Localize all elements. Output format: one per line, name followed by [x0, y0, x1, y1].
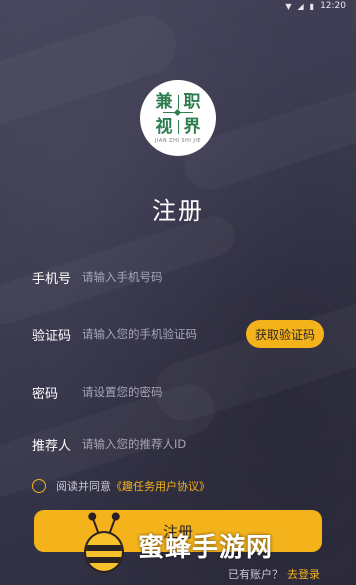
code-label: 验证码 [32, 328, 72, 344]
status-bar: ▼ ◢ ▮ 12:20 [0, 0, 356, 12]
password-label: 密码 [32, 386, 59, 402]
login-link[interactable]: 去登录 [287, 568, 320, 581]
app-logo: 兼 职 视 界 JIAN ZHI SHI JIE [140, 80, 216, 156]
code-input[interactable] [82, 327, 246, 341]
agreement-text: 阅读并同意 [56, 480, 111, 493]
phone-input[interactable] [82, 270, 324, 284]
logo-row-bottom: 视 界 [156, 118, 201, 136]
get-code-button[interactable]: 获取验证码 [245, 320, 324, 348]
agreement-row: 阅读并同意《趣任务用户协议》 [32, 478, 210, 494]
agreement-checkbox[interactable] [32, 479, 46, 493]
logo-row-top: 兼 职 [156, 93, 201, 111]
phone-label: 手机号 [32, 271, 72, 287]
watermark-text: 蜜蜂手游网 [138, 532, 274, 563]
phone-row: 手机号 [32, 257, 324, 297]
logo-char: 界 [183, 116, 201, 137]
signal-icon: ◢ [297, 1, 304, 11]
logo-char: 视 [155, 116, 173, 137]
password-input[interactable] [82, 385, 324, 399]
status-time: 12:20 [320, 1, 346, 11]
code-row: 验证码 获取验证码 [32, 314, 324, 354]
referrer-row: 推荐人 [32, 424, 324, 464]
wifi-icon: ▼ [285, 1, 292, 11]
logo-divider [163, 111, 193, 117]
logo-subtitle: JIAN ZHI SHI JIE [154, 137, 202, 144]
agreement-link[interactable]: 《趣任务用户协议》 [111, 480, 210, 493]
logo-char: 职 [183, 91, 201, 112]
battery-icon: ▮ [309, 1, 315, 11]
password-row: 密码 [32, 372, 324, 412]
watermark: 蜜蜂手游网 [78, 515, 273, 575]
referrer-label: 推荐人 [32, 438, 72, 454]
referrer-input[interactable] [82, 437, 324, 451]
bee-icon [78, 515, 130, 575]
logo-char: 兼 [155, 91, 173, 112]
page-title: 注册 [152, 197, 204, 225]
